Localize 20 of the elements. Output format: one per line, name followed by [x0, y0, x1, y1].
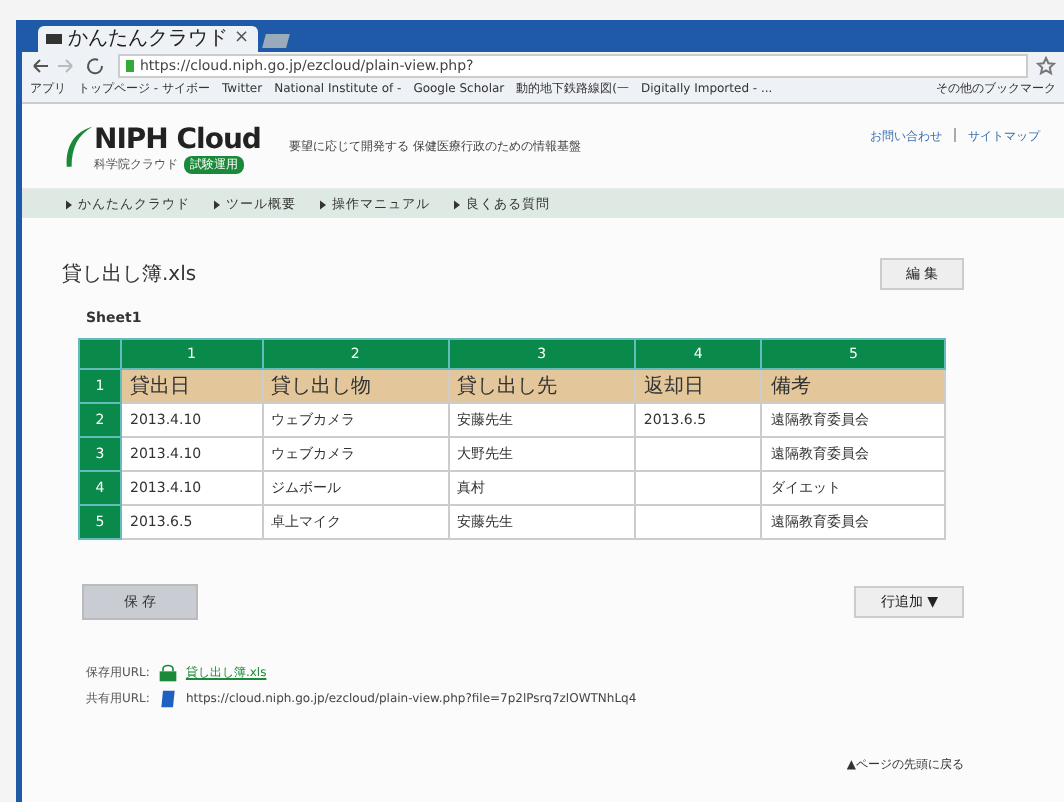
triangle-icon	[320, 199, 326, 209]
table-cell: 貸出日	[121, 369, 263, 403]
triangle-icon	[454, 199, 460, 209]
document-icon	[157, 690, 178, 708]
table-cell: 貸し出し物	[262, 369, 449, 403]
star-icon[interactable]	[1036, 55, 1056, 75]
table-cell: 備考	[761, 369, 945, 403]
table-cell	[634, 505, 762, 539]
table-cell	[634, 471, 762, 505]
browser-tab[interactable]: かんたんクラウド ×	[38, 26, 258, 52]
corner-cell	[79, 339, 121, 369]
new-tab-button[interactable]	[261, 34, 289, 48]
table-cell	[634, 437, 762, 471]
site-logo[interactable]: NIPH Cloud	[94, 124, 261, 156]
file-title: 貸し出し簿.xls	[62, 261, 197, 288]
triangle-icon	[214, 199, 220, 209]
lock-icon	[157, 664, 178, 682]
table-cell: 返却日	[634, 369, 762, 403]
table-cell: 貸し出し先	[448, 369, 635, 403]
triangle-icon	[66, 199, 72, 209]
